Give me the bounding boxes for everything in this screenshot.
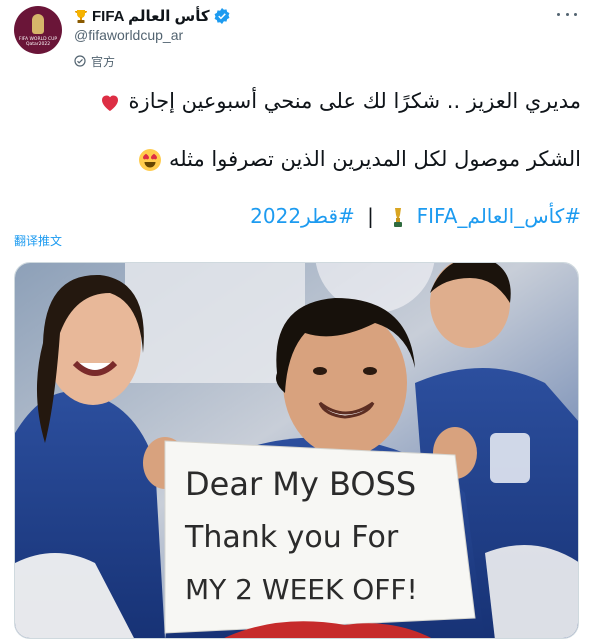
tweet-header: FIFA كأس العالم @fifaworldcup_ar 官方	[74, 6, 494, 69]
white-towel-right	[485, 545, 578, 638]
official-label-row: 官方	[74, 53, 494, 69]
account-handle[interactable]: @fifaworldcup_ar	[74, 26, 494, 45]
tweet-line-2: الشكر موصول لكل المديرين الذين تصرفوا مث…	[14, 142, 581, 176]
official-icon	[74, 55, 86, 67]
photo-canvas: Dear My BOSS Thank you For MY 2 WEEK OFF…	[15, 263, 578, 638]
sign-line-2: Thank you For	[184, 520, 399, 555]
translate-tweet-link[interactable]: 翻译推文	[14, 232, 62, 249]
hashtag-line: #كأس_العالم_FIFA | #قطر2022	[14, 202, 581, 230]
hashtag-qatar2022[interactable]: #قطر2022	[250, 204, 355, 228]
sign-line-1: Dear My BOSS	[185, 465, 416, 503]
world-cup-trophy-icon	[394, 207, 403, 227]
hashtag-separator: |	[367, 204, 374, 228]
sign-line-3: MY 2 WEEK OFF!	[185, 573, 418, 606]
heart-eyes-icon	[139, 149, 162, 171]
official-label: 官方	[91, 54, 116, 69]
avatar-logo-text: FIFA WORLD CUP Qatar2022	[18, 36, 58, 47]
verified-badge-icon	[214, 8, 230, 24]
tweet-text: مديري العزيز .. شكرًا لك على منحي أسبوعي…	[14, 84, 581, 176]
tweet-photo[interactable]: Dear My BOSS Thank you For MY 2 WEEK OFF…	[14, 262, 579, 639]
trophy-icon	[75, 9, 87, 23]
world-cup-logo-icon	[32, 13, 44, 34]
hashtag-world-cup[interactable]: #كأس_العالم_FIFA	[417, 204, 581, 228]
tweet-line-2-text: الشكر موصول لكل المديرين الذين تصرفوا مث…	[168, 147, 581, 171]
tweet-line-1: مديري العزيز .. شكرًا لك على منحي أسبوعي…	[14, 84, 581, 118]
heart-icon	[101, 95, 118, 111]
paper-sign: Dear My BOSS Thank you For MY 2 WEEK OFF…	[164, 440, 476, 634]
avatar[interactable]: FIFA WORLD CUP Qatar2022	[14, 6, 62, 54]
display-name[interactable]: FIFA كأس العالم	[92, 7, 210, 25]
more-icon[interactable]	[557, 8, 577, 20]
tweet-line-1-text: مديري العزيز .. شكرًا لك على منحي أسبوعي…	[128, 89, 581, 113]
display-name-row[interactable]: FIFA كأس العالم	[74, 6, 494, 26]
